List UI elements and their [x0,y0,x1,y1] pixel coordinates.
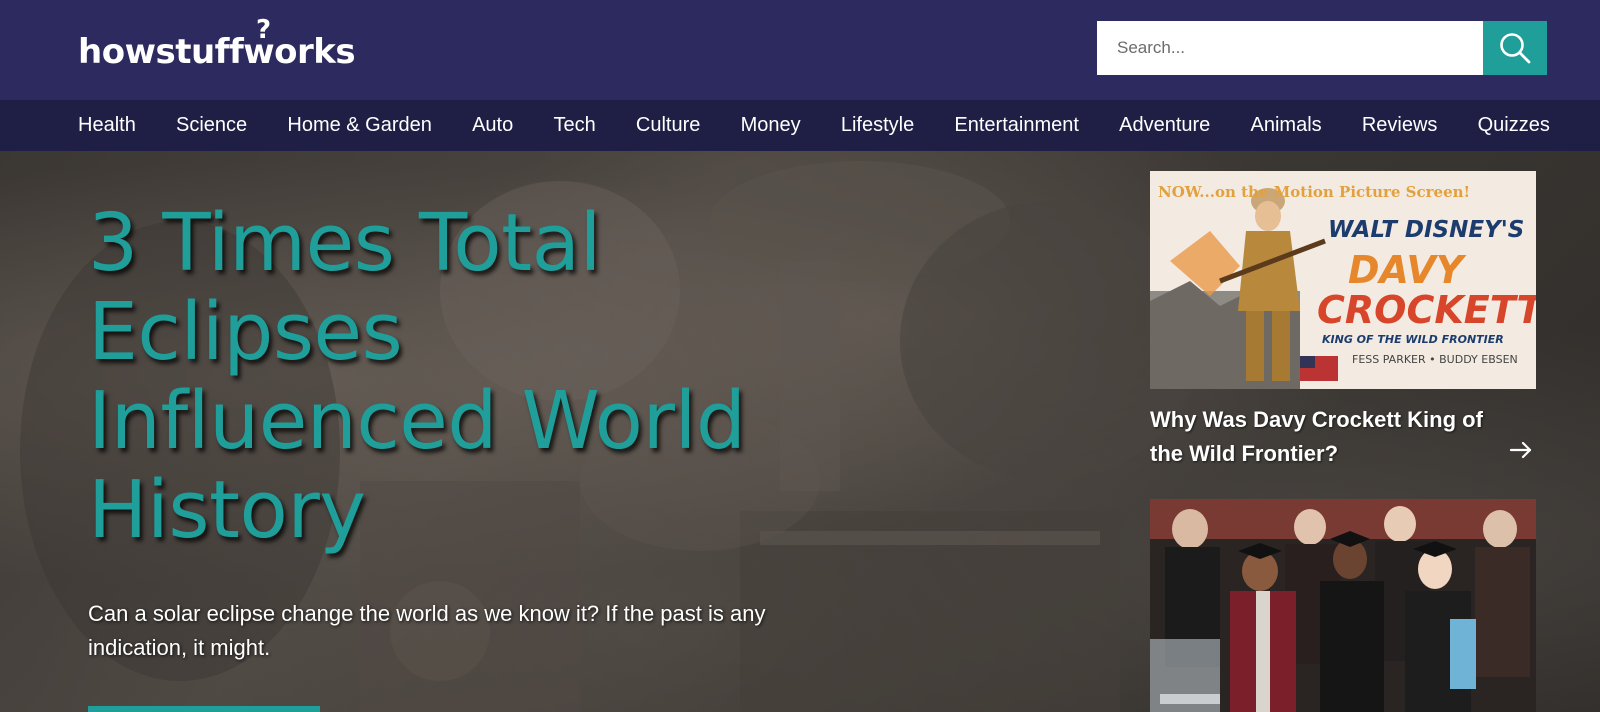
nav-item-entertainment[interactable]: Entertainment [954,114,1079,137]
search-icon [1500,33,1531,64]
main-nav: Health Science Home & Garden Auto Tech C… [0,100,1600,151]
nav-item-money[interactable]: Money [741,114,801,137]
davy-crockett-poster-image[interactable]: NOW...on the Motion Picture Screen! WALT… [1150,171,1536,389]
arrow-right-icon[interactable] [1508,437,1534,463]
nav-item-health[interactable]: Health [78,114,136,137]
hero-section: 3 Times Total Eclipses Influenced World … [0,151,1600,712]
nav-item-culture[interactable]: Culture [636,114,700,137]
featured-side-panel: NOW...on the Motion Picture Screen! WALT… [1150,171,1536,712]
logo-text: howstuffworks [78,32,356,72]
featured-card-graduation[interactable] [1150,499,1536,712]
search-bar [1097,21,1547,75]
nav-item-home-garden[interactable]: Home & Garden [287,114,432,137]
poster-top-line: NOW...on the Motion Picture Screen! [1158,183,1470,201]
poster-cast: FESS PARKER • BUDDY EBSEN [1352,353,1518,366]
hero-title[interactable]: 3 Times Total Eclipses Influenced World … [88,199,808,555]
nav-item-science[interactable]: Science [176,114,247,137]
nav-item-lifestyle[interactable]: Lifestyle [841,114,914,137]
hero-description: Can a solar eclipse change the world as … [88,601,766,660]
search-button[interactable] [1483,21,1547,75]
card-caption: Why Was Davy Crockett King of the Wild F… [1150,389,1536,499]
site-header: howstuffworks ? [0,0,1600,100]
search-input[interactable] [1097,21,1483,75]
poster-subtitle: KING OF THE WILD FRONTIER [1322,333,1504,346]
featured-card-davy-crockett[interactable]: NOW...on the Motion Picture Screen! WALT… [1150,171,1536,499]
svg-text:CROCKETT: CROCKETT [1317,288,1536,332]
nav-item-tech[interactable]: Tech [553,114,595,137]
nav-item-auto[interactable]: Auto [472,114,513,137]
svg-text:DAVY: DAVY [1348,248,1467,292]
graduation-ceremony-image[interactable] [1150,499,1536,712]
poster-studio: WALT DISNEY'S [1328,217,1524,243]
hero-read-more-button[interactable] [88,706,320,712]
nav-item-adventure[interactable]: Adventure [1119,114,1210,137]
nav-item-animals[interactable]: Animals [1251,114,1322,137]
logo-question-mark-icon: ? [256,15,271,45]
nav-item-quizzes[interactable]: Quizzes [1478,114,1550,137]
site-logo[interactable]: howstuffworks ? [78,15,356,76]
card-title[interactable]: Why Was Davy Crockett King of the Wild F… [1150,403,1490,471]
nav-item-reviews[interactable]: Reviews [1362,114,1438,137]
